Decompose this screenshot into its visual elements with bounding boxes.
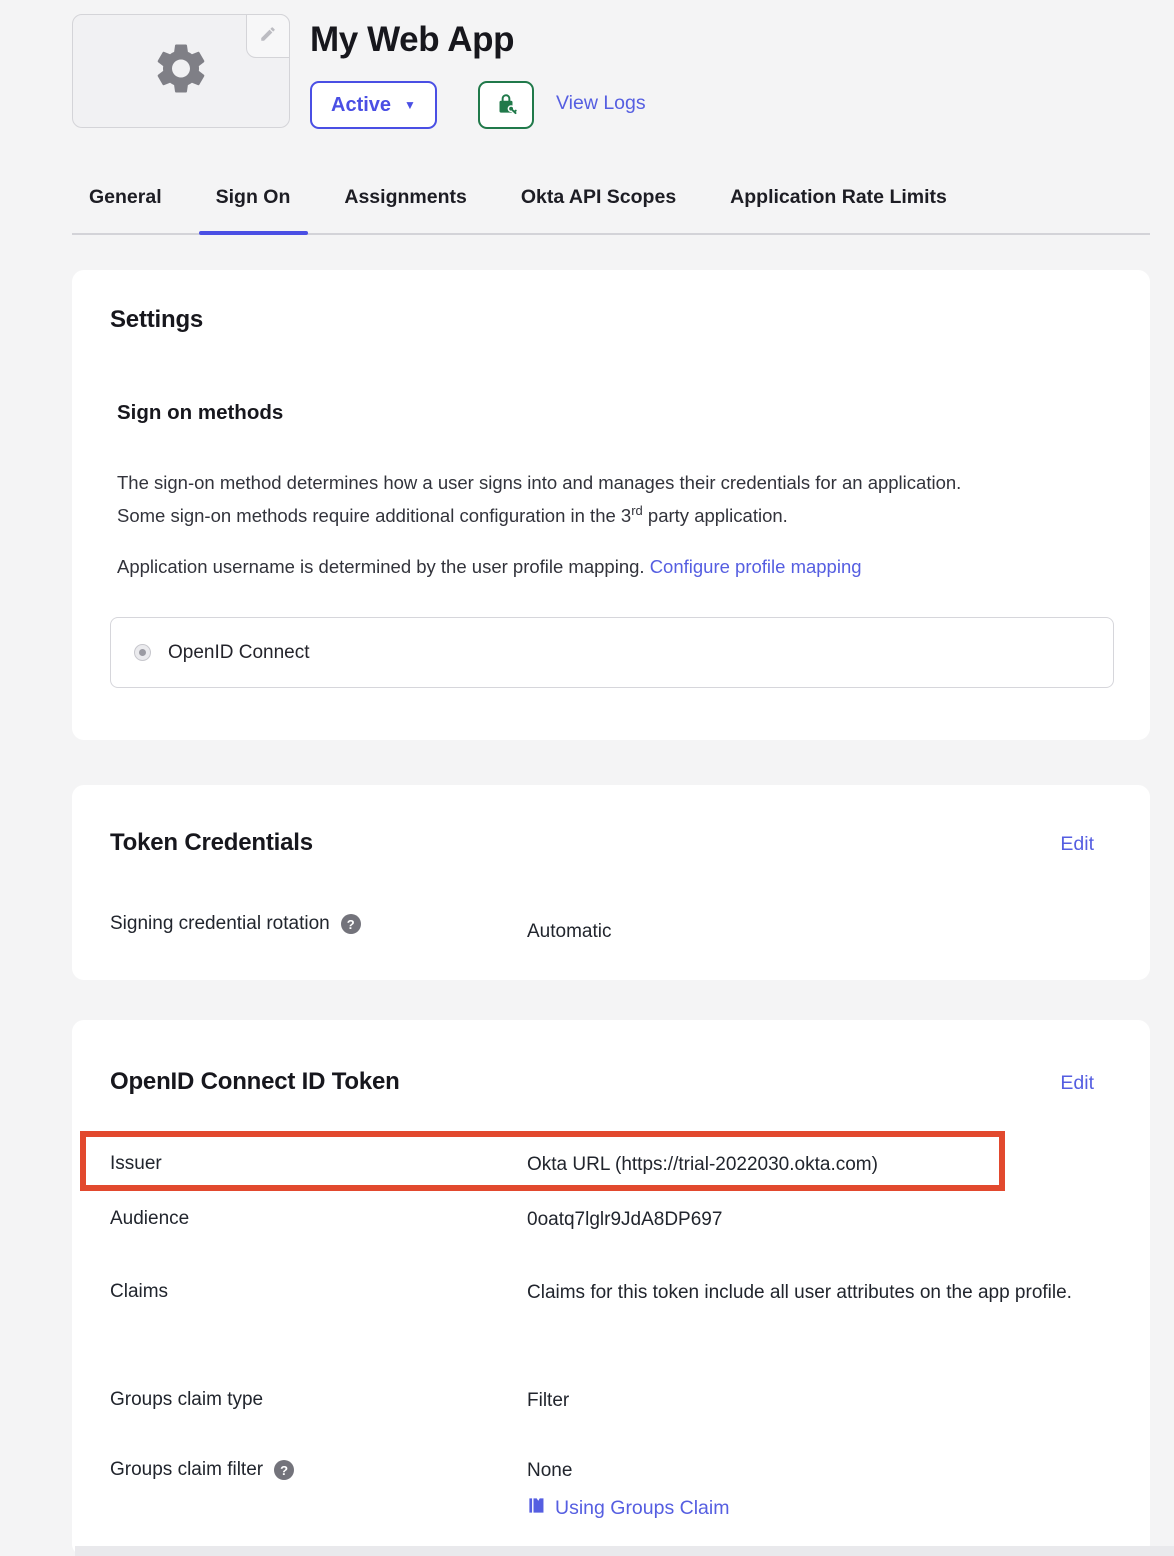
- tab-assignments[interactable]: Assignments: [344, 186, 466, 233]
- app-tabs: General Sign On Assignments Okta API Sco…: [72, 186, 1150, 235]
- claims-value: Claims for this token include all user a…: [527, 1274, 1117, 1312]
- groups-claim-filter-label: Groups claim filter ?: [110, 1459, 294, 1481]
- help-icon[interactable]: ?: [274, 1460, 294, 1480]
- id-token-card: OpenID Connect ID Token Edit Issuer Okta…: [72, 1020, 1150, 1556]
- groups-claim-type-value: Filter: [527, 1389, 1117, 1413]
- radio-dot: [139, 649, 146, 656]
- settings-card: Settings Sign on methods The sign-on met…: [72, 270, 1150, 740]
- signing-rotation-label: Signing credential rotation ?: [110, 913, 361, 935]
- sign-on-description-end: party application.: [643, 505, 788, 526]
- pencil-icon: [259, 25, 277, 48]
- chevron-down-icon: ▼: [404, 99, 416, 111]
- app-logo-tile: [72, 14, 290, 128]
- page-title: My Web App: [310, 20, 514, 60]
- token-credentials-edit-link[interactable]: Edit: [1060, 833, 1094, 856]
- sign-on-methods-heading: Sign on methods: [117, 401, 283, 425]
- status-dropdown-label: Active: [331, 94, 391, 117]
- sign-on-method-option: OpenID Connect: [110, 617, 1114, 688]
- status-dropdown-button[interactable]: Active ▼: [310, 81, 437, 129]
- username-mapping-text: Application username is determined by th…: [117, 550, 987, 583]
- admin-lock-button[interactable]: [478, 81, 534, 129]
- using-groups-claim-link[interactable]: Using Groups Claim: [527, 1496, 729, 1521]
- groups-claim-type-label: Groups claim type: [110, 1389, 263, 1411]
- token-credentials-card: Token Credentials Edit Signing credentia…: [72, 785, 1150, 980]
- groups-claim-filter-value: None: [527, 1459, 1117, 1483]
- gear-icon: [151, 39, 211, 104]
- edit-logo-button[interactable]: [246, 14, 290, 58]
- groups-claim-filter-label-text: Groups claim filter: [110, 1459, 263, 1481]
- token-credentials-title: Token Credentials: [110, 829, 313, 857]
- id-token-title: OpenID Connect ID Token: [110, 1068, 400, 1096]
- tab-application-rate-limits[interactable]: Application Rate Limits: [730, 186, 947, 233]
- issuer-value: Okta URL (https://trial-2022030.okta.com…: [527, 1153, 1117, 1177]
- id-token-edit-link[interactable]: Edit: [1060, 1072, 1094, 1095]
- openid-connect-radio[interactable]: [134, 644, 151, 661]
- lock-key-icon: [493, 91, 519, 120]
- sign-on-description: The sign-on method determines how a user…: [117, 466, 987, 532]
- username-mapping-static: Application username is determined by th…: [117, 556, 650, 577]
- tab-okta-api-scopes[interactable]: Okta API Scopes: [521, 186, 676, 233]
- app-settings-page: My Web App Active ▼ View Logs General Si…: [0, 0, 1174, 1556]
- audience-label: Audience: [110, 1208, 189, 1230]
- signing-rotation-value: Automatic: [527, 913, 1117, 951]
- signing-rotation-label-text: Signing credential rotation: [110, 913, 330, 935]
- openid-connect-label: OpenID Connect: [168, 642, 310, 664]
- view-logs-link[interactable]: View Logs: [556, 92, 646, 115]
- audience-value: 0oatq7lglr9JdA8DP697: [527, 1208, 1117, 1232]
- using-groups-claim-label: Using Groups Claim: [555, 1497, 729, 1520]
- page-bottom-strip: [75, 1546, 1174, 1556]
- claims-label: Claims: [110, 1281, 168, 1303]
- tab-general[interactable]: General: [89, 186, 162, 233]
- ordinal-superscript: rd: [631, 503, 643, 518]
- tab-sign-on[interactable]: Sign On: [216, 186, 291, 233]
- issuer-label: Issuer: [110, 1153, 162, 1175]
- help-icon[interactable]: ?: [341, 914, 361, 934]
- settings-card-title: Settings: [110, 306, 203, 334]
- book-icon: [527, 1496, 546, 1521]
- configure-profile-mapping-link[interactable]: Configure profile mapping: [650, 556, 862, 577]
- sign-on-description-text: The sign-on method determines how a user…: [117, 472, 961, 526]
